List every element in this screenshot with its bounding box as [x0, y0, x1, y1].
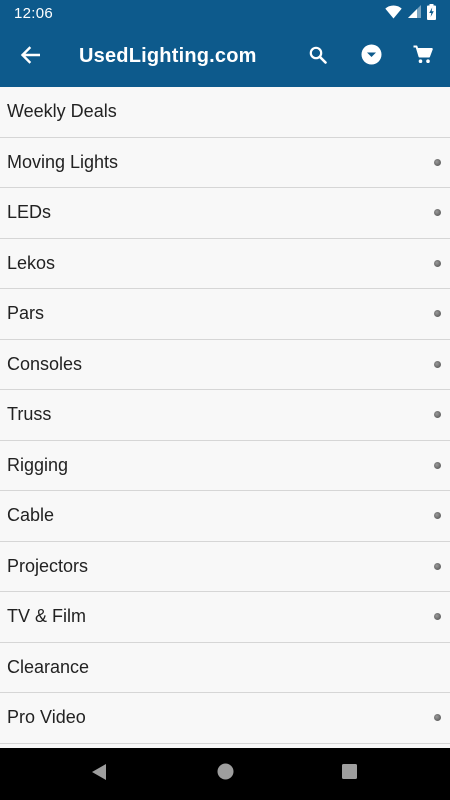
dropdown-circle-icon: [361, 44, 382, 70]
submenu-dot-icon: [434, 310, 441, 318]
submenu-dot-icon: [434, 259, 441, 267]
category-list: Weekly Deals Moving Lights LEDs Lekos Pa…: [0, 87, 450, 748]
list-item-label: Rigging: [7, 454, 69, 475]
list-item-label: Cable: [7, 505, 55, 526]
back-button[interactable]: [10, 37, 50, 77]
list-item-label: Pro Video: [7, 707, 86, 728]
status-time: 12:06: [14, 5, 54, 22]
status-bar: 12:06: [0, 0, 450, 27]
signal-icon: [408, 5, 421, 23]
list-item-label: Weekly Deals: [7, 101, 117, 122]
submenu-dot-icon: [434, 461, 441, 469]
list-item-label: Projectors: [7, 555, 89, 576]
nav-back-button[interactable]: [82, 757, 116, 791]
list-item-tv-film[interactable]: TV & Film: [0, 592, 450, 643]
battery-charging-icon: [427, 3, 436, 25]
submenu-dot-icon: [434, 714, 441, 722]
list-item-rigging[interactable]: Rigging: [0, 441, 450, 491]
app-bar: UsedLighting.com: [0, 27, 450, 87]
list-item-truss[interactable]: Truss: [0, 390, 450, 441]
nav-home-button[interactable]: [208, 757, 242, 791]
cart-icon: [413, 45, 433, 69]
submenu-dot-icon: [434, 158, 441, 166]
list-item-weekly-deals[interactable]: Weekly Deals: [0, 87, 450, 138]
submenu-dot-icon: [434, 360, 441, 368]
list-item-pro-video[interactable]: Pro Video: [0, 693, 450, 744]
screen: 12:06 UsedLighting.com Weekly Deals Movi…: [0, 0, 450, 800]
list-item-pars[interactable]: Pars: [0, 289, 450, 340]
list-item-moving-lights[interactable]: Moving Lights: [0, 138, 450, 188]
back-triangle-icon: [91, 763, 107, 786]
list-item-clearance[interactable]: Clearance: [0, 643, 450, 693]
list-item-lekos[interactable]: Lekos: [0, 239, 450, 289]
submenu-dot-icon: [434, 411, 441, 419]
search-button[interactable]: [298, 37, 338, 77]
dropdown-menu-button[interactable]: [351, 37, 391, 77]
list-item-label: Consoles: [7, 353, 83, 374]
list-item-consoles[interactable]: Consoles: [0, 340, 450, 390]
list-item-label: Lekos: [7, 252, 56, 273]
recents-square-icon: [341, 764, 357, 784]
list-item-label: Moving Lights: [7, 151, 119, 172]
list-item-label: TV & Film: [7, 606, 86, 627]
app-title: UsedLighting.com: [79, 45, 257, 67]
submenu-dot-icon: [434, 562, 441, 570]
arrow-left-icon: [20, 45, 41, 69]
submenu-dot-icon: [434, 613, 441, 621]
navigation-bar: [0, 748, 450, 800]
list-item-cable[interactable]: Cable: [0, 491, 450, 542]
list-item-projectors[interactable]: Projectors: [0, 542, 450, 592]
status-icons: [385, 3, 436, 25]
submenu-dot-icon: [434, 512, 441, 520]
list-item-label: Truss: [7, 404, 52, 425]
list-item-leds[interactable]: LEDs: [0, 188, 450, 239]
cart-button[interactable]: [403, 37, 443, 77]
list-item-label: Pars: [7, 303, 45, 324]
list-item-label: Clearance: [7, 656, 90, 677]
wifi-icon: [385, 5, 402, 24]
search-icon: [309, 46, 327, 69]
home-circle-icon: [217, 763, 234, 785]
list-item-label: LEDs: [7, 202, 52, 223]
submenu-dot-icon: [434, 209, 441, 217]
nav-recents-button[interactable]: [332, 757, 366, 791]
